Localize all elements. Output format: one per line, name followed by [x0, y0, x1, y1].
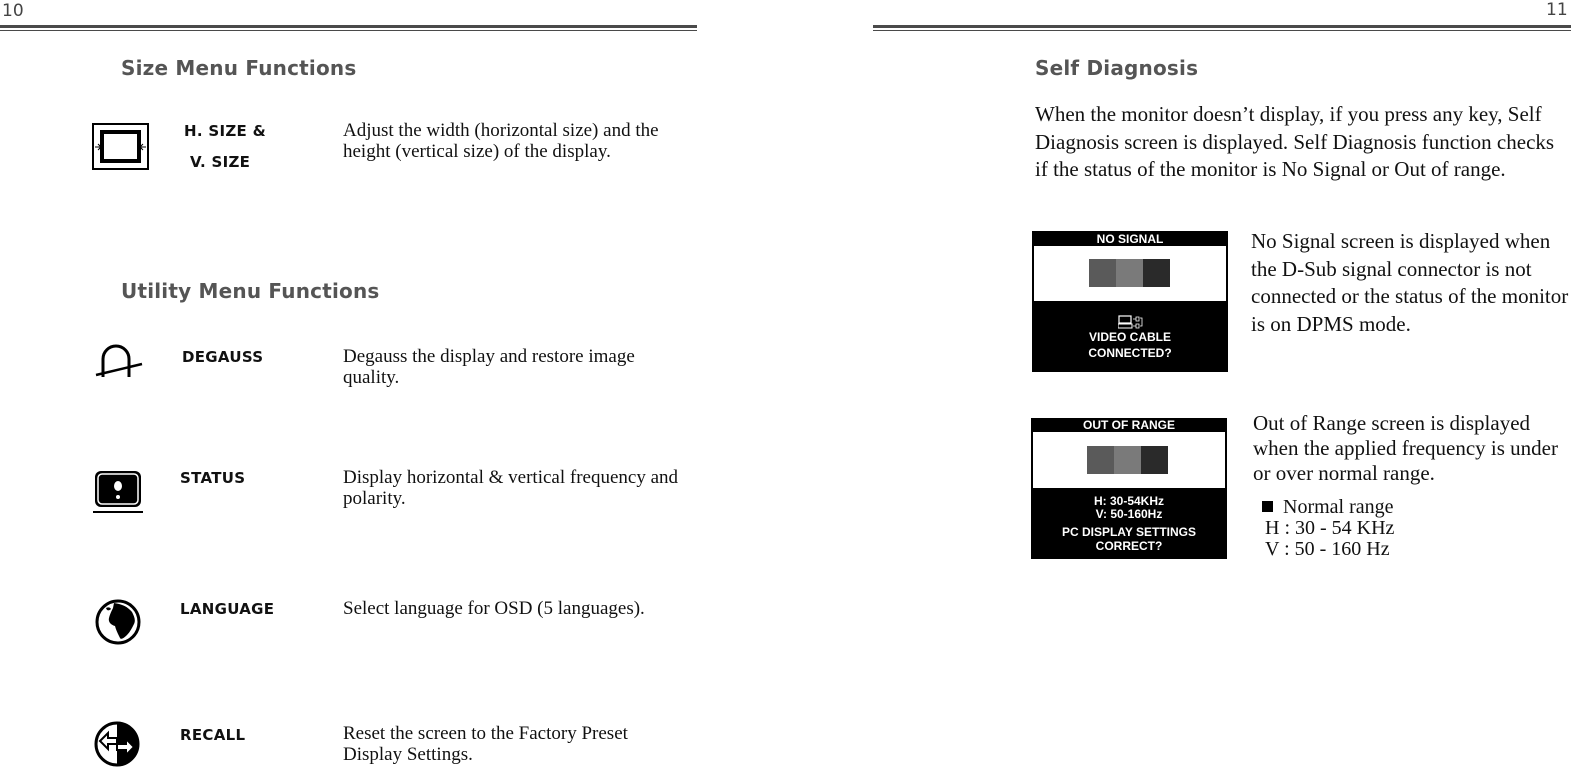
osd-test-area — [1033, 432, 1225, 488]
out-of-range-osd-screen: OUT OF RANGE H: 30-54KHz V: 50-160Hz PC … — [1031, 418, 1227, 559]
header-rule-right — [873, 25, 1571, 28]
gray-bar — [1089, 259, 1116, 287]
osd-test-area — [1034, 246, 1226, 301]
recall-arrows-icon — [93, 719, 141, 768]
gray-bar — [1141, 446, 1168, 474]
header-rule-left-thin — [0, 30, 697, 31]
no-signal-osd-message-1: VIDEO CABLE — [1088, 330, 1171, 344]
normal-range-title: Normal range — [1262, 497, 1394, 518]
gray-bar — [1116, 259, 1143, 287]
degauss-icon — [93, 343, 143, 380]
normal-range-h: H : 30 - 54 KHz — [1265, 517, 1395, 539]
bullet-square-icon — [1262, 501, 1273, 512]
size-frame-icon — [92, 123, 149, 170]
globe-icon — [94, 598, 142, 646]
out-of-range-osd-title: OUT OF RANGE — [1083, 418, 1175, 432]
utility-menu-heading: Utility Menu Functions — [121, 279, 380, 303]
pc-cable-icon — [1117, 315, 1144, 329]
size-menu-heading: Size Menu Functions — [121, 56, 357, 80]
language-label: LANGUAGE — [180, 600, 275, 618]
page-number-right: 11 — [1546, 0, 1568, 20]
gray-bar — [1087, 446, 1114, 474]
out-of-range-osd-message-1: PC DISPLAY SETTINGS — [1061, 525, 1197, 539]
grayscale-bars — [1087, 446, 1168, 474]
grayscale-bars — [1089, 259, 1170, 287]
page-number-left: 10 — [2, 1, 24, 21]
status-monitor-icon — [93, 469, 143, 514]
degauss-label: DEGAUSS — [182, 348, 264, 366]
status-description: Display horizontal & vertical frequency … — [343, 467, 679, 509]
out-of-range-osd-message-2: CORRECT? — [1095, 539, 1163, 553]
out-of-range-description: Out of Range screen is displayed when th… — [1253, 411, 1558, 485]
normal-range-v: V : 50 - 160 Hz — [1265, 538, 1390, 560]
gray-bar — [1114, 446, 1141, 474]
recall-label: RECALL — [180, 726, 246, 744]
h-size-label: H. SIZE & — [184, 122, 266, 140]
no-signal-osd-title: NO SIGNAL — [1096, 232, 1164, 246]
no-signal-osd-screen: NO SIGNAL VIDEO CABLE CONNECTED? — [1032, 231, 1228, 372]
self-diagnosis-intro: When the monitor doesn’t display, if you… — [1035, 102, 1555, 181]
status-label: STATUS — [180, 469, 246, 487]
self-diagnosis-heading: Self Diagnosis — [1035, 56, 1199, 80]
no-signal-description: No Signal screen is displayed when the D… — [1251, 229, 1569, 336]
header-rule-right-thin — [873, 30, 1571, 31]
language-description: Select language for OSD (5 languages). — [343, 598, 645, 619]
osd-v-frequency: V: 50-160Hz — [1095, 507, 1163, 521]
recall-description: Reset the screen to the Factory Preset D… — [343, 723, 628, 765]
gray-bar — [1143, 259, 1170, 287]
normal-range-label: Normal range — [1283, 496, 1394, 518]
v-size-label: V. SIZE — [190, 153, 251, 171]
no-signal-osd-message-2: CONNECTED? — [1088, 346, 1172, 360]
header-rule-left — [0, 25, 697, 28]
degauss-description: Degauss the display and restore image qu… — [343, 346, 635, 388]
size-description: Adjust the width (horizontal size) and t… — [343, 120, 659, 162]
